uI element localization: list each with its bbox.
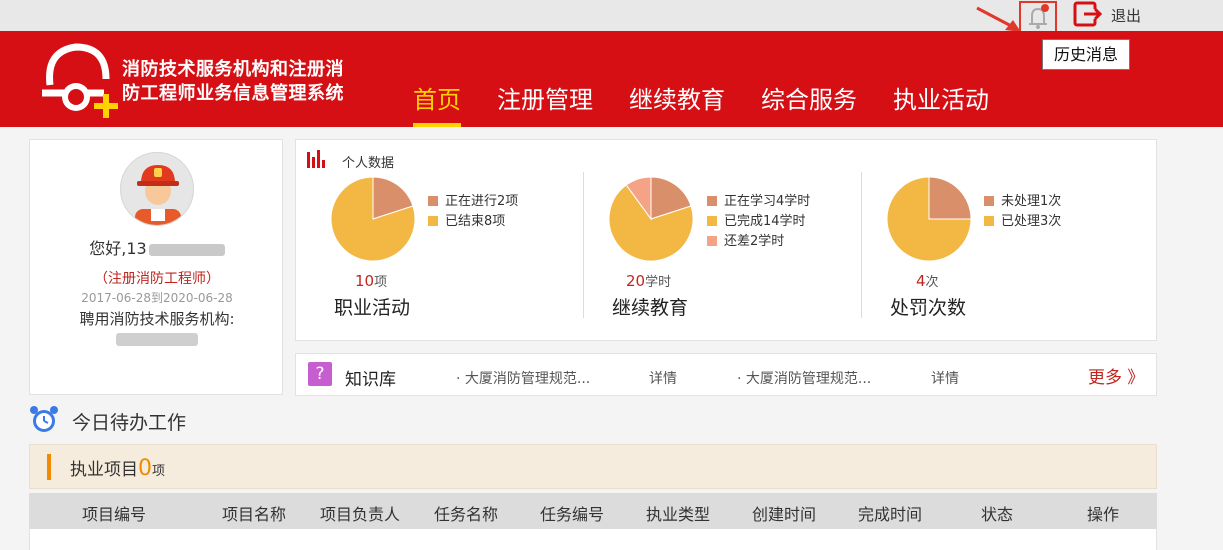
nav-education[interactable]: 继续教育 <box>629 80 725 115</box>
redacted-phone <box>148 243 225 256</box>
penalty-legend: 未处理1次 已处理3次 <box>984 192 1061 232</box>
knowledge-item-link[interactable]: · 大厦消防管理规范... <box>737 368 871 388</box>
firefighter-avatar-icon <box>135 165 181 225</box>
validity-dates: 2017-06-28到2020-06-28 <box>81 291 233 305</box>
firefighter-logo-icon <box>42 43 118 118</box>
role-label: （注册消防工程师） <box>94 271 220 287</box>
column-header: 项目负责人 <box>320 505 401 524</box>
column-header: 完成时间 <box>858 505 923 524</box>
practice-label: 职业活动 <box>334 297 411 319</box>
project-table-body <box>29 529 1157 550</box>
legend-item: 正在进行2项 <box>428 192 518 212</box>
education-legend: 正在学习4学时 已完成14学时 还差2学时 <box>707 192 810 252</box>
penalty-label: 处罚次数 <box>890 297 967 319</box>
knowledge-base-title: 知识库 <box>345 370 396 390</box>
practice-total: 10项 <box>355 272 388 290</box>
bar-chart-icon <box>307 150 325 168</box>
nav-registration[interactable]: 注册管理 <box>497 80 593 115</box>
column-header: 项目编号 <box>82 505 147 524</box>
profile-card: 您好,13 （注册消防工程师） 2017-06-28到2020-06-28 聘用… <box>29 139 283 395</box>
active-nav-indicator <box>413 123 461 127</box>
divider <box>861 172 862 318</box>
history-messages-tooltip: 历史消息 <box>1042 39 1130 70</box>
education-total: 20学时 <box>626 272 672 290</box>
penalty-total: 4次 <box>916 272 939 290</box>
employer-label: 聘用消防技术服务机构: <box>79 310 235 328</box>
column-header: 状态 <box>981 505 1014 524</box>
todo-title: 今日待办工作 <box>72 412 187 434</box>
column-header: 创建时间 <box>752 505 817 524</box>
column-header: 任务编号 <box>540 505 605 524</box>
history-messages-button[interactable] <box>1019 1 1057 34</box>
education-pie-chart <box>608 176 694 262</box>
logout-link[interactable]: 退出 <box>1111 5 1141 26</box>
legend-item: 已结束8项 <box>428 212 518 232</box>
notification-dot <box>1041 4 1049 12</box>
nav-home[interactable]: 首页 <box>413 80 461 115</box>
knowledge-more-link[interactable]: 更多 》 <box>1088 363 1144 388</box>
legend-item: 还差2学时 <box>707 232 810 252</box>
legend-item: 已处理3次 <box>984 212 1061 232</box>
avatar <box>120 152 194 226</box>
nav-services[interactable]: 综合服务 <box>761 80 857 115</box>
knowledge-item-link[interactable]: · 大厦消防管理规范... <box>456 368 590 388</box>
header-banner: 消防技术服务机构和注册消 防工程师业务信息管理系统 首页 注册管理 继续教育 综… <box>0 31 1223 127</box>
pie-slice <box>928 176 972 220</box>
penalty-pie-chart <box>886 176 972 262</box>
practice-pie-chart <box>330 176 416 262</box>
education-label: 继续教育 <box>612 297 689 319</box>
column-header: 操作 <box>1087 505 1120 524</box>
column-header: 项目名称 <box>222 505 287 524</box>
redacted-employer <box>116 333 198 346</box>
legend-item: 已完成14学时 <box>707 212 810 232</box>
alarm-clock-icon <box>30 406 58 432</box>
divider <box>583 172 584 318</box>
personal-data-panel: 个人数据 正在进行2项 已结束8项 10项 职业活动 正在学习4学时 已完成14… <box>295 139 1157 341</box>
knowledge-base-bar: ? 知识库 · 大厦消防管理规范... 详情 · 大厦消防管理规范... 详情 <box>295 353 1157 396</box>
legend-item: 未处理1次 <box>984 192 1061 212</box>
logout-icon[interactable] <box>1073 1 1103 27</box>
stats-title: 个人数据 <box>342 156 395 171</box>
column-header: 任务名称 <box>434 505 499 524</box>
greeting: 您好,13 <box>30 235 284 259</box>
question-icon: ? <box>308 362 332 386</box>
project-count: 0 <box>138 456 152 481</box>
knowledge-detail-link[interactable]: 详情 <box>931 368 959 388</box>
legend-item: 正在学习4学时 <box>707 192 810 212</box>
section-marker <box>47 454 51 480</box>
column-header: 执业类型 <box>646 505 711 524</box>
bell-icon <box>1029 7 1047 29</box>
nav-practice[interactable]: 执业活动 <box>893 80 989 115</box>
practice-legend: 正在进行2项 已结束8项 <box>428 192 518 232</box>
project-section-header <box>29 444 1157 489</box>
system-title: 消防技术服务机构和注册消 防工程师业务信息管理系统 <box>122 59 344 104</box>
project-title: 执业项目0项 <box>70 456 166 481</box>
pointer-arrow-icon <box>976 6 1021 32</box>
knowledge-detail-link[interactable]: 详情 <box>649 368 677 388</box>
